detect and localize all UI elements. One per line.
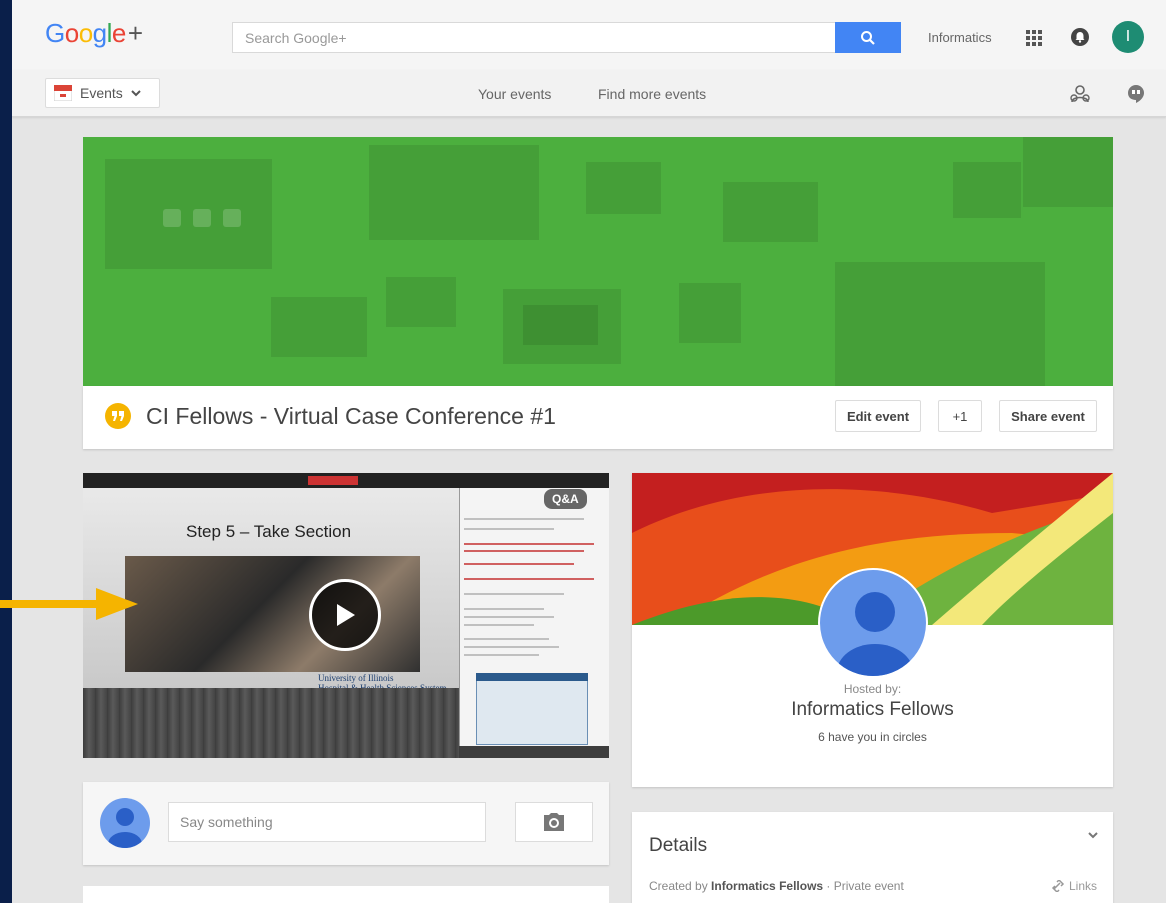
apps-grid-icon[interactable] bbox=[1025, 29, 1043, 47]
events-dropdown-label: Events bbox=[80, 85, 123, 101]
events-dropdown[interactable]: Events bbox=[45, 78, 160, 108]
details-meta: Created by Informatics Fellows · Private… bbox=[649, 879, 904, 893]
hangouts-icon[interactable] bbox=[1127, 84, 1145, 104]
notifications-icon[interactable] bbox=[1070, 27, 1090, 47]
event-cover-banner bbox=[83, 137, 1113, 386]
nav-find-more-events[interactable]: Find more events bbox=[598, 86, 706, 102]
event-title: CI Fellows - Virtual Case Conference #1 bbox=[146, 403, 556, 429]
search-button[interactable] bbox=[835, 22, 901, 53]
camera-icon bbox=[544, 813, 564, 831]
events-subnav: Events Your events Find more events bbox=[12, 70, 1166, 117]
google-plus-logo[interactable]: Google+ bbox=[45, 18, 143, 49]
add-photo-button[interactable] bbox=[515, 802, 593, 842]
search-box bbox=[232, 22, 901, 53]
shared-document-pane bbox=[459, 488, 609, 746]
event-title-bar: CI Fellows - Virtual Case Conference #1 … bbox=[83, 386, 1113, 449]
edit-event-button[interactable]: Edit event bbox=[835, 400, 921, 432]
host-circles-count: 6 have you in circles bbox=[818, 730, 927, 744]
hangouts-on-air-icon bbox=[105, 403, 131, 429]
annotation-arrow-icon bbox=[0, 588, 138, 620]
user-avatar bbox=[100, 798, 150, 848]
host-card: Hosted by: Informatics Fellows 6 have yo… bbox=[632, 473, 1113, 787]
app-frame: Google+ Informatics I bbox=[12, 0, 1166, 903]
links-button[interactable]: Links bbox=[1051, 879, 1097, 893]
people-circles-icon[interactable] bbox=[1069, 84, 1091, 104]
details-card: Details Created by Informatics Fellows ·… bbox=[632, 812, 1113, 903]
say-something-input[interactable] bbox=[168, 802, 486, 842]
qa-badge[interactable]: Q&A bbox=[544, 489, 587, 509]
host-name-link[interactable]: Informatics Fellows bbox=[632, 699, 1113, 721]
chevron-down-icon[interactable] bbox=[1087, 830, 1099, 840]
slide-title: Step 5 – Take Section bbox=[186, 522, 352, 541]
video-lower-frame bbox=[83, 688, 459, 758]
top-header: Google+ Informatics I bbox=[12, 0, 1166, 70]
search-icon bbox=[861, 30, 875, 45]
hosted-by-label: Hosted by: bbox=[843, 682, 902, 696]
account-avatar[interactable]: I bbox=[1112, 21, 1144, 53]
calendar-icon bbox=[53, 84, 73, 102]
search-input[interactable] bbox=[233, 23, 833, 52]
privacy-status: Private event bbox=[833, 879, 904, 893]
chevron-down-icon bbox=[131, 89, 141, 96]
host-avatar[interactable] bbox=[818, 568, 928, 678]
activity-card bbox=[83, 886, 609, 903]
share-event-button[interactable]: Share event bbox=[999, 400, 1097, 432]
creator-link[interactable]: Informatics Fellows bbox=[711, 879, 823, 893]
nav-your-events[interactable]: Your events bbox=[478, 86, 551, 102]
account-name-link[interactable]: Informatics bbox=[928, 30, 992, 45]
play-icon bbox=[337, 604, 355, 626]
link-icon bbox=[1051, 880, 1065, 892]
event-video-player[interactable]: Step 5 – Take Section University of Illi… bbox=[83, 473, 609, 758]
comment-composer bbox=[83, 782, 609, 865]
plus-one-button[interactable]: +1 bbox=[938, 400, 982, 432]
play-button[interactable] bbox=[309, 579, 381, 651]
details-title: Details bbox=[649, 835, 708, 856]
